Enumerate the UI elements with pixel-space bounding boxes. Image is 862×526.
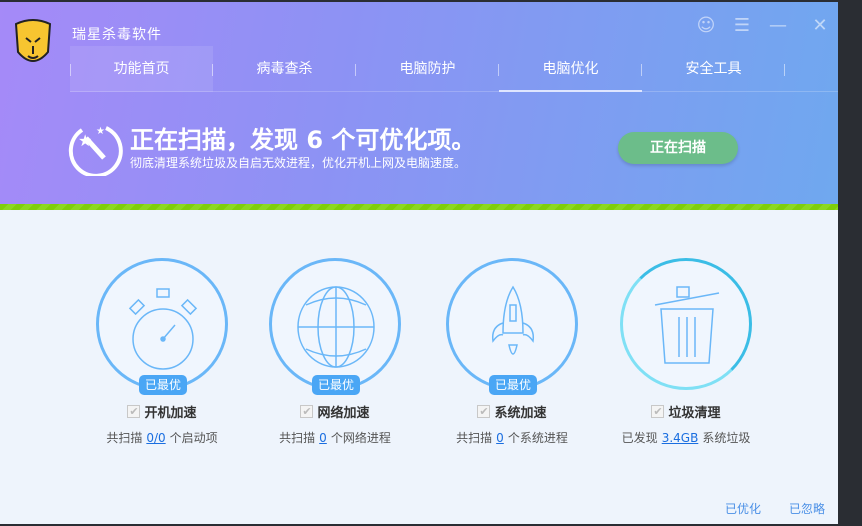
- startup-ring: 已最优: [96, 258, 228, 395]
- junk-checkbox[interactable]: ✔: [651, 405, 665, 418]
- lion-logo-icon: [14, 19, 52, 62]
- card-title: 开机加速: [144, 406, 197, 421]
- magic-wand-icon: ★ ★: [68, 126, 123, 176]
- system-count-link[interactable]: 0: [496, 431, 504, 445]
- card-junk: ✔ 垃圾清理 已发现 3.4GB 系统垃圾: [611, 258, 761, 446]
- tab-tools[interactable]: 安全工具: [642, 46, 785, 92]
- startup-checkbox[interactable]: ✔: [127, 405, 141, 418]
- header: 瑞星杀毒软件 ☺ ☰ — ✕ 功能首页 病毒查杀 电脑防护 电脑优化 安全工具 …: [0, 2, 838, 204]
- network-count-link[interactable]: 0: [319, 431, 327, 445]
- junk-ring: [620, 258, 752, 390]
- scan-description: 彻底清理系统垃圾及自启无效进程，优化开机上网及电脑速度。: [130, 156, 467, 170]
- menu-icon[interactable]: ☰: [732, 16, 752, 36]
- info-suffix: 系统垃圾: [702, 431, 751, 445]
- system-ring: 已最优: [446, 258, 578, 395]
- info-prefix: 共扫描: [279, 431, 316, 445]
- info-suffix: 个启动项: [169, 431, 218, 445]
- status-badge: 已最优: [312, 375, 360, 395]
- network-ring: 已最优: [269, 258, 401, 395]
- minimize-icon[interactable]: —: [768, 16, 788, 36]
- card-title: 网络加速: [317, 406, 370, 421]
- card-system: 已最优 ✔ 系统加速 共扫描 0 个系统进程: [437, 258, 587, 446]
- close-icon[interactable]: ✕: [810, 16, 830, 36]
- card-title: 系统加速: [494, 406, 547, 421]
- card-title: 垃圾清理: [668, 406, 721, 421]
- app-title: 瑞星杀毒软件: [72, 27, 162, 43]
- tab-optimize[interactable]: 电脑优化: [499, 46, 642, 92]
- junk-size-link[interactable]: 3.4GB: [662, 431, 699, 445]
- stopwatch-icon: [128, 288, 198, 370]
- info-prefix: 共扫描: [456, 431, 493, 445]
- main-tabs: 功能首页 病毒查杀 电脑防护 电脑优化 安全工具: [70, 46, 838, 92]
- card-network: 已最优 ✔ 网络加速 共扫描 0 个网络进程: [260, 258, 410, 446]
- status-badge: 已最优: [489, 375, 537, 395]
- status-badge: 已最优: [139, 375, 187, 395]
- globe-icon: [297, 286, 375, 368]
- scan-progress-bar: [0, 204, 838, 210]
- user-icon[interactable]: ☺: [696, 16, 716, 36]
- info-suffix: 个系统进程: [507, 431, 568, 445]
- ignored-link[interactable]: 已忽略: [789, 500, 825, 517]
- rocket-icon: [491, 285, 535, 355]
- scanning-button[interactable]: 正在扫描: [618, 132, 738, 164]
- info-prefix: 已发现: [621, 431, 658, 445]
- card-startup: 已最优 ✔ 开机加速 共扫描 0/0 个启动项: [87, 258, 237, 446]
- svg-text:★: ★: [96, 126, 105, 137]
- info-suffix: 个网络进程: [330, 431, 391, 445]
- system-checkbox[interactable]: ✔: [477, 405, 491, 418]
- info-prefix: 共扫描: [106, 431, 143, 445]
- app-window: 瑞星杀毒软件 ☺ ☰ — ✕ 功能首页 病毒查杀 电脑防护 电脑优化 安全工具 …: [0, 2, 838, 524]
- tab-virus-scan[interactable]: 病毒查杀: [213, 46, 356, 92]
- optimized-link[interactable]: 已优化: [725, 500, 761, 517]
- tab-home[interactable]: 功能首页: [70, 46, 213, 92]
- network-checkbox[interactable]: ✔: [300, 405, 314, 418]
- startup-count-link[interactable]: 0/0: [146, 431, 165, 445]
- trash-icon: [654, 286, 720, 364]
- scan-headline: 正在扫描，发现 6 个可优化项。: [130, 126, 476, 154]
- svg-text:★: ★: [78, 131, 92, 150]
- tab-protection[interactable]: 电脑防护: [356, 46, 499, 92]
